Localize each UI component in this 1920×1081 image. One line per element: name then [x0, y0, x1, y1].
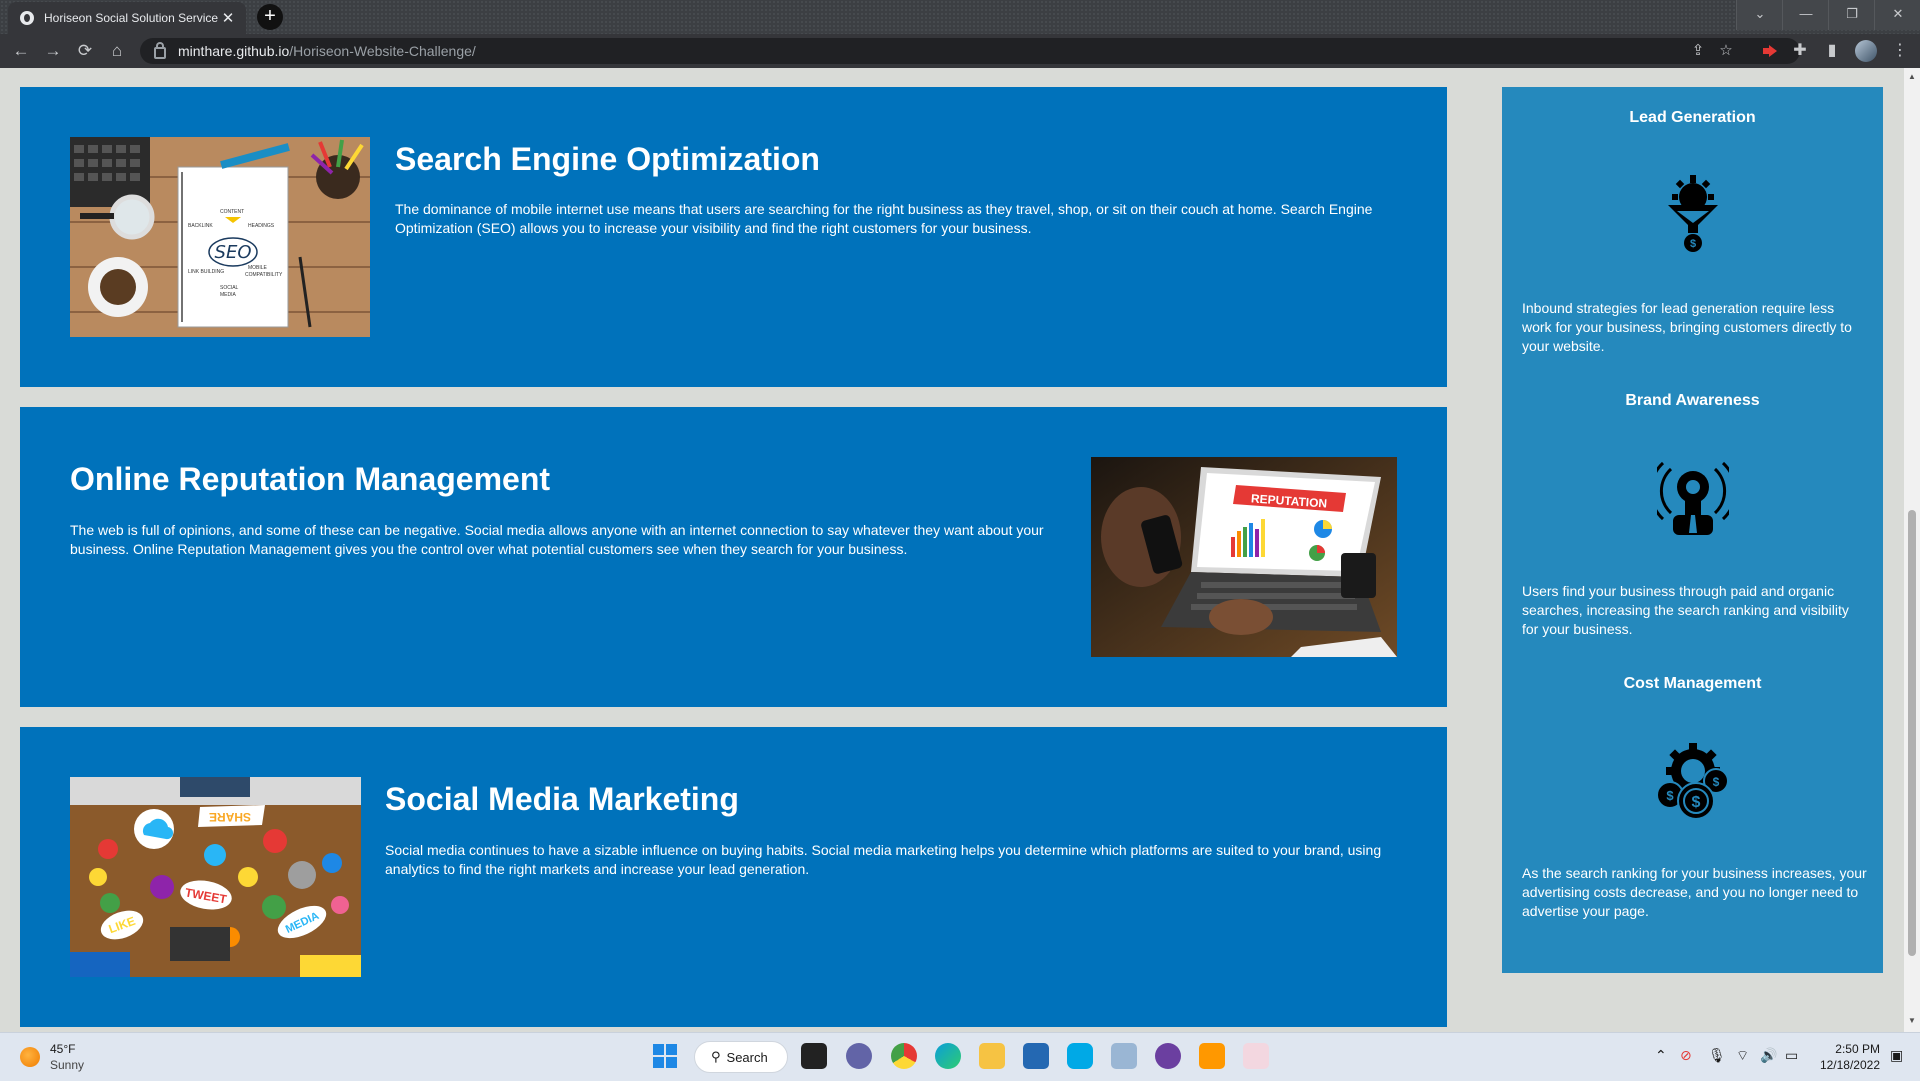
browser-toolbar: ← → ⟳ ⌂ minthare.github.io/Horiseon-Webs…: [0, 34, 1920, 68]
home-button[interactable]: ⌂: [102, 34, 132, 68]
url-path: /Horiseon-Website-Challenge/: [289, 43, 476, 59]
task-view-icon[interactable]: [801, 1043, 827, 1069]
back-button[interactable]: ←: [6, 34, 36, 68]
taskbar-clock[interactable]: 2:50 PM 12/18/2022: [1816, 1041, 1880, 1073]
taskbar-search-label: Search: [726, 1049, 768, 1065]
page-scrollbar[interactable]: ▲ ▼: [1904, 68, 1920, 1032]
social-media-heading: Social Media Marketing: [385, 781, 739, 817]
page-viewport: SEO CONTENT BACKLINK HEADINGS LINK BUILD…: [0, 68, 1920, 1032]
weather-sun-icon[interactable]: [20, 1047, 40, 1067]
share-icon[interactable]: ⇪: [1686, 38, 1710, 64]
microsoft-store-icon[interactable]: [1023, 1043, 1049, 1069]
restore-button[interactable]: ❐: [1828, 0, 1875, 30]
forward-button[interactable]: →: [38, 34, 68, 68]
reputation-section: Online Reputation Management The web is …: [20, 407, 1447, 707]
weather-condition[interactable]: Sunny: [50, 1058, 84, 1072]
brand-awareness-text: Users find your business through paid an…: [1522, 583, 1849, 637]
chrome-icon[interactable]: [891, 1043, 917, 1069]
file-explorer-icon[interactable]: [979, 1043, 1005, 1069]
skype-icon[interactable]: [1067, 1043, 1093, 1069]
browser-tab[interactable]: Horiseon Social Solution Services ✕: [8, 2, 246, 34]
social-media-section: SHARE TWEET LIKE MEDIA Social Media Mark…: [20, 727, 1447, 1027]
browser-tab-strip: Horiseon Social Solution Services ✕ + ⌄ …: [0, 0, 1920, 34]
scrollbar-thumb[interactable]: [1908, 510, 1916, 956]
extensions-puzzle-icon[interactable]: ✚: [1786, 34, 1814, 68]
close-window-button[interactable]: ✕: [1874, 0, 1920, 30]
clock-time: 2:50 PM: [1835, 1042, 1880, 1056]
teams-chat-icon[interactable]: [846, 1043, 872, 1069]
reputation-body-text: The web is full of opinions, and some of…: [70, 522, 1044, 557]
seo-body-text: The dominance of mobile internet use mea…: [395, 201, 1373, 236]
clock-date: 12/18/2022: [1819, 1058, 1880, 1072]
start-windows-icon[interactable]: [652, 1043, 678, 1069]
tab-close-icon[interactable]: ✕: [218, 9, 238, 27]
tab-search-button[interactable]: ⌄: [1736, 0, 1783, 30]
volume-icon[interactable]: 🔊: [1760, 1047, 1777, 1064]
cost-management-heading: Cost Management: [1623, 675, 1762, 692]
sublime-text-icon[interactable]: [1199, 1043, 1225, 1069]
windows-taskbar: 45°F Sunny ⚲ Search ⌃ ⊘ 🎙 ⌔ 🔊 ▭ 2:50 PM …: [0, 1032, 1920, 1081]
cost-management-text: As the search ranking for your business …: [1522, 865, 1867, 919]
minimize-button[interactable]: —: [1782, 0, 1829, 30]
tab-title: Horiseon Social Solution Services: [44, 11, 218, 25]
scroll-down-arrow-icon[interactable]: ▼: [1904, 1016, 1920, 1025]
wifi-icon[interactable]: ⌔: [1736, 1047, 1749, 1065]
social-media-body-text: Social media continues to have a sizable…: [385, 842, 1382, 877]
extension-arrow-icon[interactable]: [1756, 34, 1784, 68]
social-image-word: SHARE: [209, 810, 251, 824]
seo-heading: Search Engine Optimization: [395, 141, 820, 177]
profile-avatar[interactable]: [1855, 40, 1877, 62]
svg-text:$: $: [1692, 794, 1701, 811]
photos-chart-icon[interactable]: [1111, 1043, 1137, 1069]
seo-image-word: BACKLINK: [188, 223, 213, 229]
seo-section: SEO CONTENT BACKLINK HEADINGS LINK BUILD…: [20, 87, 1447, 387]
social-media-image: SHARE TWEET LIKE MEDIA: [70, 777, 361, 977]
svg-text:$: $: [1666, 788, 1674, 803]
reload-button[interactable]: ⟳: [70, 34, 100, 68]
github-favicon-icon: [20, 11, 34, 25]
seo-image-label: SEO: [215, 242, 252, 263]
svg-text:$: $: [1690, 238, 1696, 250]
benefits-aside: Lead Generation $ Inbound strategies for…: [1502, 87, 1883, 973]
brand-bulb-icon: [1657, 461, 1729, 535]
scroll-up-arrow-icon[interactable]: ▲: [1904, 72, 1920, 81]
github-desktop-icon[interactable]: [1155, 1043, 1181, 1069]
reputation-image: REPUTATION: [1091, 457, 1397, 657]
new-tab-button[interactable]: +: [257, 4, 283, 30]
address-bar[interactable]: minthare.github.io/Horiseon-Website-Chal…: [140, 38, 1800, 64]
lock-icon[interactable]: [154, 42, 166, 59]
svg-text:$: $: [1713, 775, 1720, 789]
seo-image-word: COMPATIBILITY: [245, 272, 283, 278]
seo-image: SEO CONTENT BACKLINK HEADINGS LINK BUILD…: [70, 137, 370, 337]
security-alert-icon[interactable]: ⊘: [1680, 1047, 1692, 1064]
side-panel-icon[interactable]: ▮: [1818, 34, 1846, 68]
seo-image-word: MOBILE: [248, 265, 268, 271]
seo-image-word: SOCIAL: [220, 285, 239, 291]
lead-generation-heading: Lead Generation: [1629, 109, 1756, 126]
snipping-tool-icon[interactable]: [1243, 1043, 1269, 1069]
seo-image-word: MEDIA: [220, 292, 237, 298]
show-hidden-icons-chevron-icon[interactable]: ⌃: [1655, 1047, 1667, 1064]
menu-kebab-icon[interactable]: ⋮: [1886, 34, 1914, 68]
bookmark-star-icon[interactable]: ☆: [1714, 38, 1738, 64]
url-text[interactable]: minthare.github.io/Horiseon-Website-Chal…: [178, 43, 476, 59]
seo-image-word: HEADINGS: [248, 223, 275, 229]
reputation-heading: Online Reputation Management: [70, 461, 551, 497]
url-host: minthare.github.io: [178, 43, 290, 59]
weather-temperature[interactable]: 45°F: [50, 1042, 75, 1056]
microphone-icon[interactable]: 🎙: [1708, 1047, 1726, 1064]
lead-generation-text: Inbound strategies for lead generation r…: [1522, 300, 1852, 354]
battery-icon[interactable]: ▭: [1785, 1047, 1798, 1064]
notifications-icon[interactable]: ▣: [1890, 1047, 1903, 1064]
taskbar-search[interactable]: ⚲ Search: [694, 1041, 788, 1073]
seo-image-word: CONTENT: [220, 209, 244, 215]
lead-funnel-icon: $: [1668, 175, 1718, 252]
search-icon: ⚲: [711, 1049, 721, 1064]
brand-awareness-heading: Brand Awareness: [1625, 392, 1760, 409]
edge-icon[interactable]: [935, 1043, 961, 1069]
cost-gears-icon: $ $ $: [1656, 743, 1729, 820]
seo-image-word: LINK BUILDING: [188, 269, 224, 275]
